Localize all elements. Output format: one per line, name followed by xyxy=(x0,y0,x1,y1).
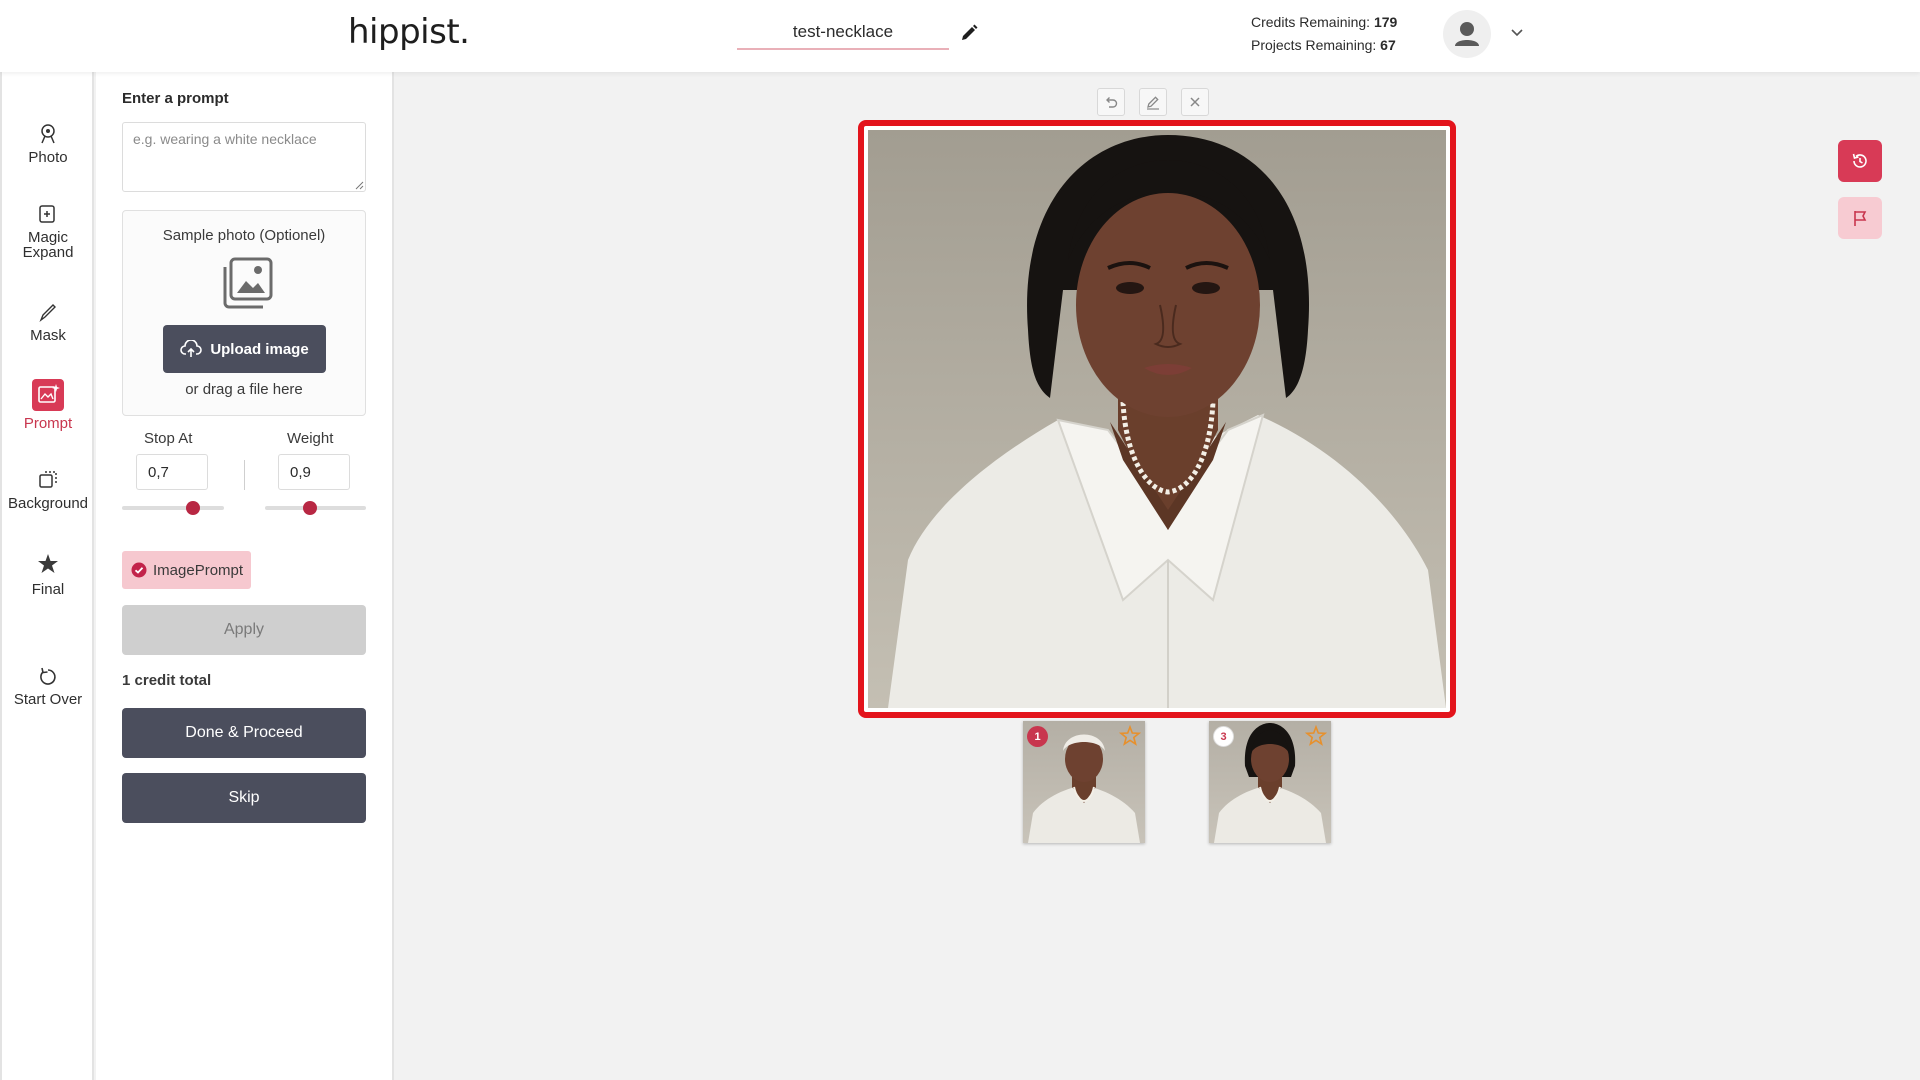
portrait-photo xyxy=(868,130,1446,708)
prompt-input[interactable] xyxy=(122,122,366,192)
rail-item-prompt[interactable]: Prompt xyxy=(2,378,94,431)
magic-expand-icon xyxy=(39,205,55,223)
app-logo[interactable]: hippist. xyxy=(348,12,470,52)
flag-button[interactable] xyxy=(1838,197,1882,239)
start-over-icon xyxy=(40,667,56,685)
resize-handle-icon[interactable] xyxy=(355,181,364,190)
thumbnail-1[interactable]: 1 xyxy=(1023,721,1145,843)
weight-input[interactable] xyxy=(278,454,350,490)
rail-item-background[interactable]: Background xyxy=(2,468,94,511)
portrait-illustration xyxy=(868,130,1446,708)
chevron-down-icon[interactable] xyxy=(1510,28,1524,38)
thumbnail-number-badge: 1 xyxy=(1027,726,1048,747)
done-proceed-button[interactable]: Done & Proceed xyxy=(122,708,366,758)
sample-photo-dropzone[interactable]: Sample photo (Optionel) Upload image or … xyxy=(122,210,366,416)
history-button[interactable] xyxy=(1838,140,1882,182)
rail-item-mask[interactable]: Mask xyxy=(2,300,94,343)
drag-hint: or drag a file here xyxy=(185,381,303,398)
star-outline-icon[interactable] xyxy=(1119,725,1141,747)
close-button[interactable] xyxy=(1181,88,1209,116)
canvas-toolbar xyxy=(1097,88,1209,116)
flag-icon xyxy=(1854,211,1867,226)
star-outline-icon[interactable] xyxy=(1305,725,1327,747)
top-header: hippist. test-necklace Credits Remaining… xyxy=(0,0,1920,72)
stop-at-label: Stop At xyxy=(144,430,193,447)
prompt-label: Enter a prompt xyxy=(122,90,229,107)
edit-button[interactable] xyxy=(1139,88,1167,116)
undo-icon xyxy=(1106,97,1118,108)
divider xyxy=(244,460,245,490)
weight-slider-handle[interactable] xyxy=(303,501,318,515)
stop-at-input[interactable] xyxy=(136,454,208,490)
credit-total: 1 credit total xyxy=(122,672,212,689)
history-icon xyxy=(1852,153,1867,168)
background-icon xyxy=(39,471,57,488)
prompt-settings-panel: Enter a prompt Sample photo (Optionel) U… xyxy=(96,72,394,1080)
prompt-icon xyxy=(32,379,64,411)
undo-button[interactable] xyxy=(1097,88,1125,116)
credits-remaining: Credits Remaining: 179 xyxy=(1251,14,1398,30)
user-avatar[interactable] xyxy=(1443,10,1491,58)
final-star-icon xyxy=(38,554,58,573)
projects-remaining: Projects Remaining: 67 xyxy=(1251,37,1396,53)
weight-label: Weight xyxy=(287,430,334,447)
rail-item-start-over[interactable]: Start Over xyxy=(2,666,94,707)
tool-rail: Photo Magic Expand Mask Prompt Backgroun… xyxy=(0,72,94,1080)
project-name-field[interactable]: test-necklace xyxy=(737,14,949,50)
rename-pencil-icon[interactable] xyxy=(958,22,980,44)
check-circle-icon xyxy=(131,562,147,578)
stop-at-slider-handle[interactable] xyxy=(186,501,201,515)
thumbnail-3[interactable]: 3 xyxy=(1209,721,1331,843)
apply-button[interactable]: Apply xyxy=(122,605,366,655)
user-icon xyxy=(1455,22,1479,46)
weight-slider[interactable] xyxy=(265,501,366,515)
gallery-icon xyxy=(223,257,273,309)
usage-summary: Credits Remaining: 179 Projects Remainin… xyxy=(1251,11,1397,57)
rail-item-magic-expand[interactable]: Magic Expand xyxy=(2,202,94,260)
skip-button[interactable]: Skip xyxy=(122,773,366,823)
sample-photo-title: Sample photo (Optionel) xyxy=(162,227,326,244)
thumbnail-number-badge: 3 xyxy=(1213,726,1234,747)
edit-icon xyxy=(1147,96,1159,110)
mask-brush-icon xyxy=(39,304,56,323)
close-icon xyxy=(1190,97,1200,107)
upload-image-button[interactable]: Upload image xyxy=(163,325,326,373)
selected-image-frame[interactable] xyxy=(858,120,1456,718)
stop-at-slider[interactable] xyxy=(122,501,224,515)
photo-icon xyxy=(41,124,55,144)
cloud-upload-icon xyxy=(180,340,203,357)
imageprompt-chip[interactable]: ImagePrompt xyxy=(122,551,251,589)
rail-item-photo[interactable]: Photo xyxy=(2,122,94,165)
rail-item-final[interactable]: Final xyxy=(2,552,94,597)
